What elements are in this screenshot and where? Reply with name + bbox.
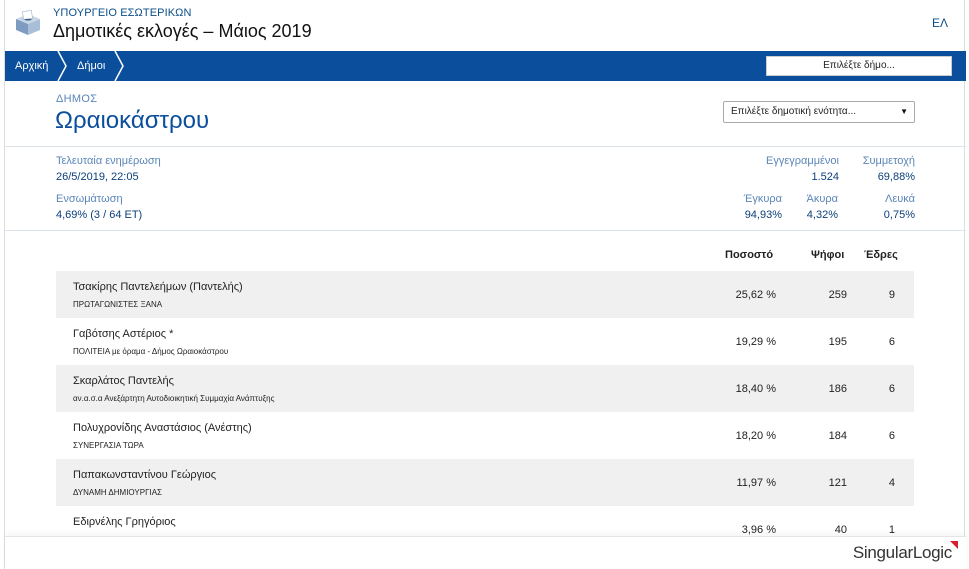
seat-count: 6 [888,336,895,348]
valid-value: 94,93% [744,209,782,221]
candidate-name: Εδιρνέλης Γρηγόριος [73,516,176,528]
footer: SingularLogic [5,536,966,569]
turnout-label: Συμμετοχή [862,155,915,167]
turnout-value: 69,88% [877,171,915,183]
municipality-label: ΔΗΜΟΣ [56,93,98,105]
brand-logic: Logic [912,543,952,562]
seat-count: 9 [888,289,895,301]
seat-count: 6 [888,383,895,395]
brand-singular: Singular [852,543,913,562]
candidate-name: Παπακωνσταντίνου Γεώργιος [73,469,217,481]
divider [5,230,966,231]
table-row[interactable]: Γαβότσης Αστέριος * ΠΟΛΙΤΕΙΑ με όραμα - … [56,318,914,365]
municipality-select[interactable]: Επιλέξτε δήμο... [766,56,952,76]
vote-count: 184 [828,430,847,442]
vote-percent: 19,29 % [735,336,776,348]
blank-label: Λευκά [885,193,915,205]
dropdown-arrow-icon: ▼ [900,107,908,116]
vote-count: 40 [834,524,847,536]
divider [5,146,966,147]
valid-label: Έγκυρα [743,193,782,205]
vote-count: 259 [828,289,847,301]
party-name: ΠΡΩΤΑΓΩΝΙΣΤΕΣ ΞΑΝΑ [73,300,163,309]
municipal-unit-select-label: Επιλέξτε δημοτική ενότητα... [731,106,857,117]
invalid-label: Άκυρα [806,193,838,205]
breadcrumb: Αρχική Δήμοι Επιλέξτε δήμο... [5,51,966,81]
candidate-name: Τσακίρης Παντελεήμων (Παντελής) [73,281,243,293]
candidate-name: Πολυχρονίδης Αναστάσιος (Ανέστης) [73,422,252,434]
vote-percent: 25,62 % [735,289,776,301]
brand-accent-icon [950,541,958,549]
integration-value: 4,69% (3 / 64 ΕΤ) [56,209,143,221]
table-row[interactable]: Πολυχρονίδης Αναστάσιος (Ανέστης) ΣΥΝΕΡΓ… [56,412,914,459]
column-header-percent: Ποσοστό [725,249,774,261]
registered-value: 1.524 [811,171,839,183]
party-name: ΣΥΝΕΡΓΑΣΙΑ ΤΩΡΑ [73,441,144,450]
breadcrumb-home[interactable]: Αρχική [15,51,48,81]
column-header-votes: Ψήφοι [811,249,845,261]
vote-percent: 18,40 % [735,383,776,395]
chevron-right-icon [114,51,124,81]
invalid-value: 4,32% [806,209,838,221]
candidate-name: Σκαρλάτος Παντελής [73,375,174,387]
ministry-name: ΥΠΟΥΡΓΕΙΟ ΕΣΩΤΕΡΙΚΩΝ [53,7,192,19]
seat-count: 4 [888,477,895,489]
table-row[interactable]: Τσακίρης Παντελεήμων (Παντελής) ΠΡΩΤΑΓΩΝ… [56,271,914,318]
singularlogic-logo: SingularLogic [853,543,952,563]
blank-value: 0,75% [883,209,915,221]
header: ΥΠΟΥΡΓΕΙΟ ΕΣΩΤΕΡΙΚΩΝ Δημοτικές εκλογές –… [5,0,966,51]
language-switch[interactable]: ΕΛ [932,16,948,30]
table-row[interactable]: Σκαρλάτος Παντελής αν.α.σ.α Ανεξάρτητη Α… [56,365,914,412]
municipality-name: Ωραιοκάστρου [55,107,210,134]
vote-percent: 18,20 % [735,430,776,442]
party-name: αν.α.σ.α Ανεξάρτητη Αυτοδιοικητική Συμμα… [73,394,275,403]
vote-percent: 11,97 % [736,477,776,489]
seat-count: 1 [888,524,895,536]
last-update-label: Τελευταία ενημέρωση [56,155,161,167]
vote-count: 121 [828,477,847,489]
last-update-value: 26/5/2019, 22:05 [56,171,139,183]
party-name: ΔΥΝΑΜΗ ΔΗΜΙΟΥΡΓΙΑΣ [73,488,162,497]
vote-count: 186 [828,383,847,395]
vote-count: 195 [828,336,847,348]
party-name: ΠΟΛΙΤΕΙΑ με όραμα - Δήμος Ωραιοκάστρου [73,347,229,356]
page-title: Δημοτικές εκλογές – Μάιος 2019 [53,21,312,41]
table-row[interactable]: Παπακωνσταντίνου Γεώργιος ΔΥΝΑΜΗ ΔΗΜΙΟΥΡ… [56,459,914,506]
registered-label: Εγγεγραμμένοι [766,155,839,167]
breadcrumb-municipalities[interactable]: Δήμοι [77,51,105,81]
municipal-unit-select[interactable]: Επιλέξτε δημοτική ενότητα... ▼ [723,101,915,123]
ballot-box-icon [16,10,40,35]
page-frame: ΥΠΟΥΡΓΕΙΟ ΕΣΩΤΕΡΙΚΩΝ Δημοτικές εκλογές –… [4,0,966,569]
seat-count: 6 [888,430,895,442]
integration-label: Ενσωμάτωση [56,193,123,205]
column-header-seats: Έδρες [864,249,898,261]
vote-percent: 3,96 % [741,524,776,536]
chevron-right-icon [57,51,67,81]
candidate-name: Γαβότσης Αστέριος * [73,328,174,340]
